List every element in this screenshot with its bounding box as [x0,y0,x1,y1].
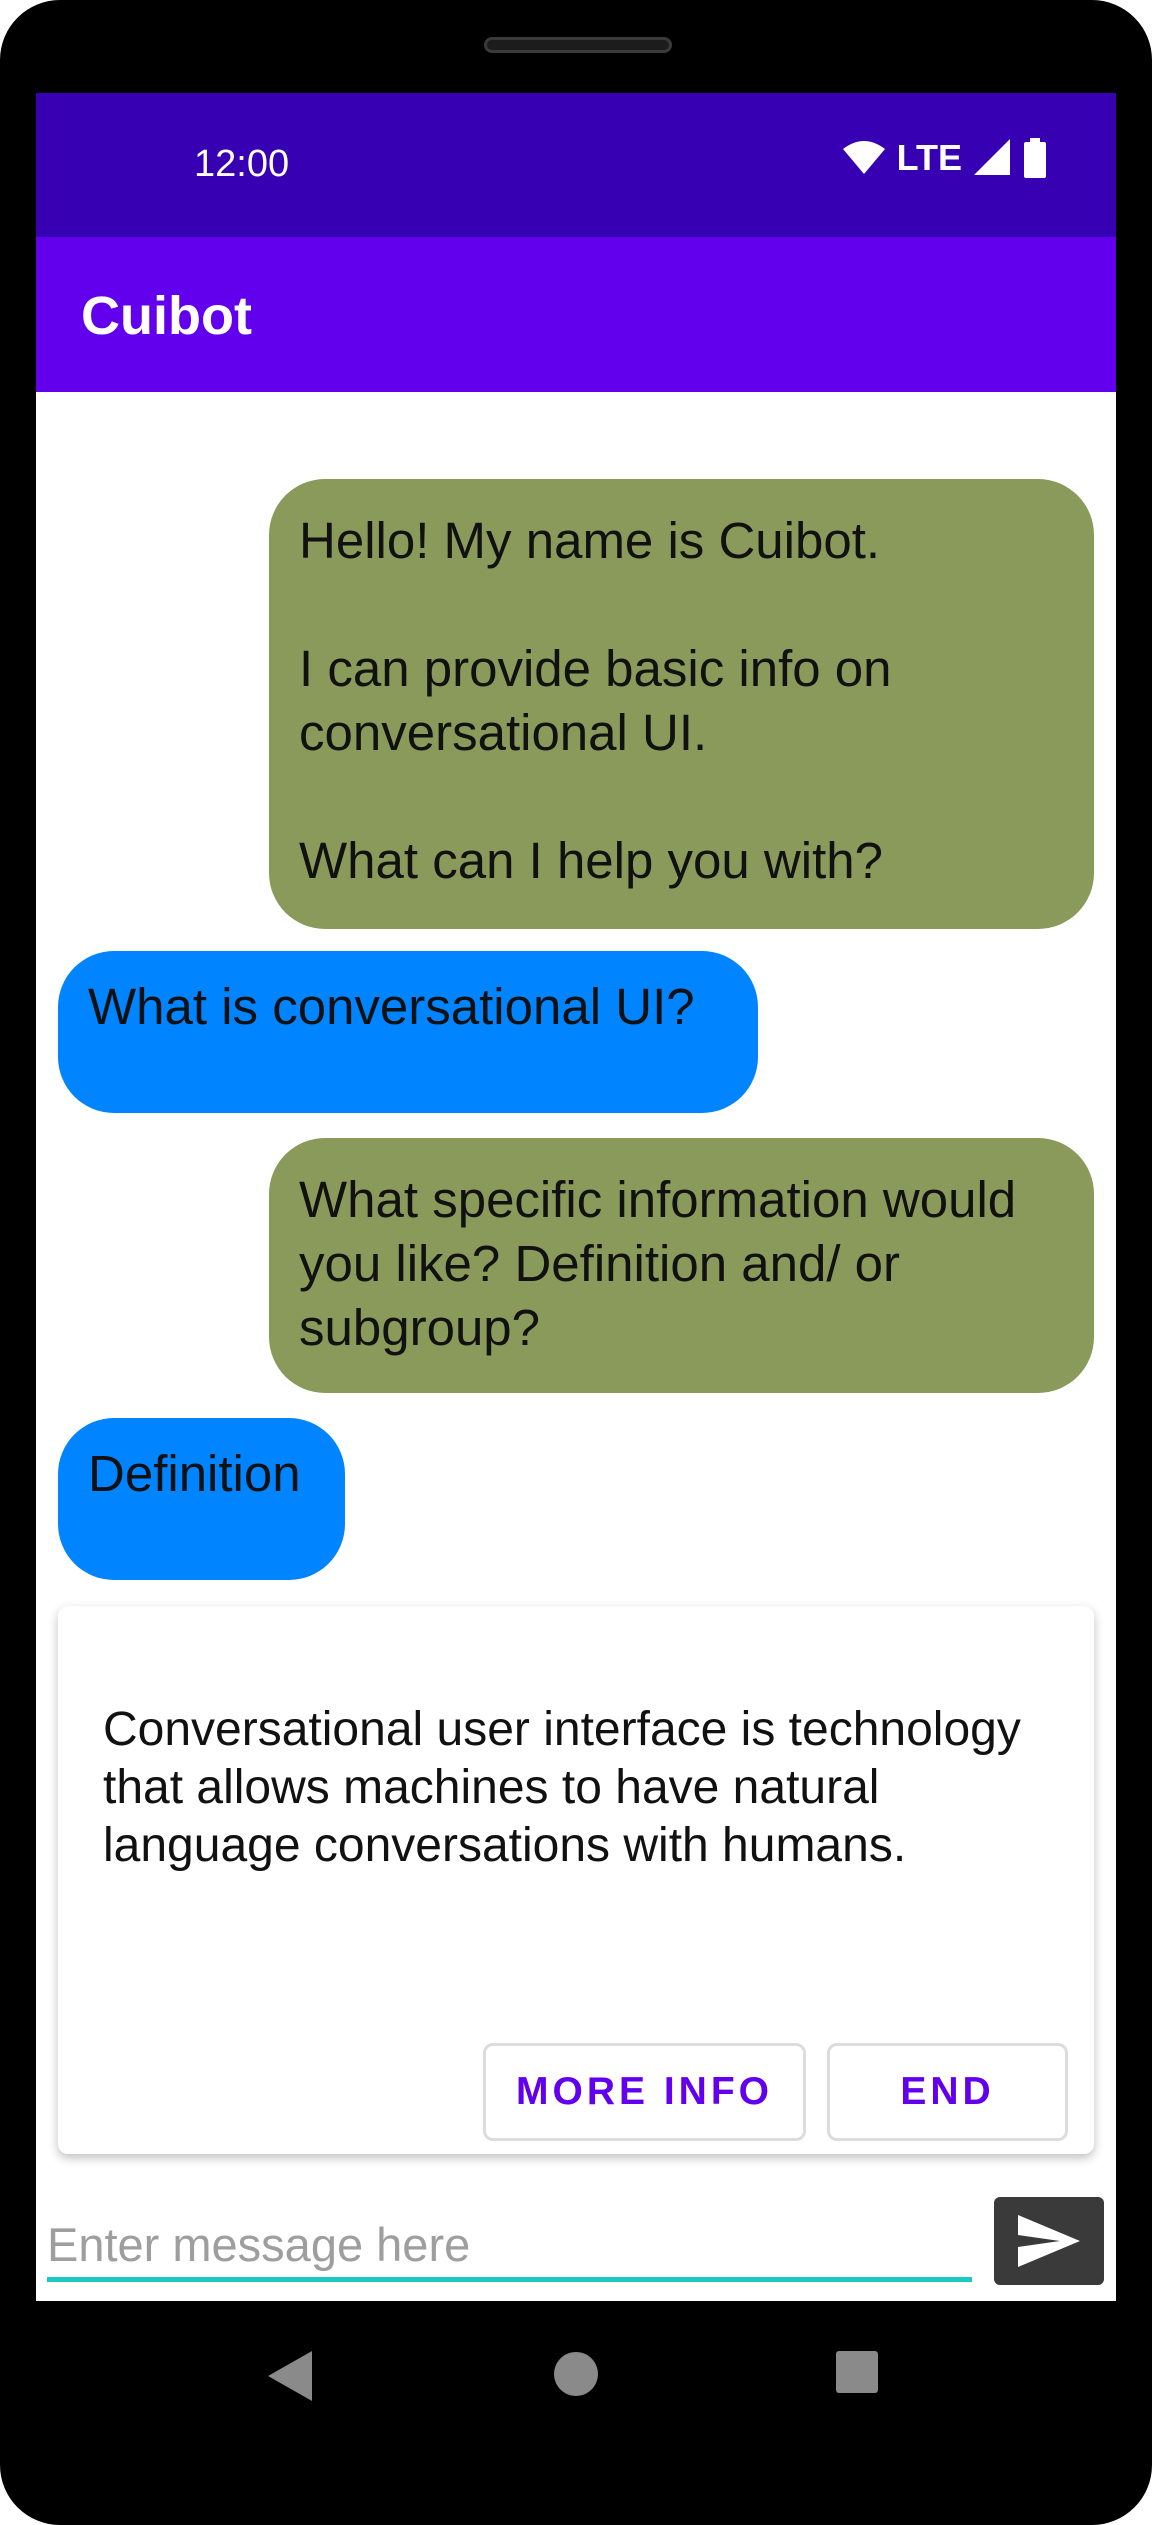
status-time: 12:00 [194,143,290,185]
battery-icon [1024,138,1046,178]
card-text: Conversational user interface is technol… [103,1703,1035,1872]
app-title: Cuibot [81,286,252,346]
definition-card: Conversational user interface is technol… [58,1606,1094,2154]
home-icon[interactable] [553,2351,599,2397]
user-message-bubble: Definition [58,1418,345,1580]
bot-message-bubble: What specific information would you like… [269,1138,1094,1393]
back-icon[interactable] [268,2351,312,2401]
recents-icon[interactable] [836,2351,878,2393]
send-button[interactable] [994,2197,1104,2285]
end-button[interactable]: END [827,2043,1068,2141]
bot-message-bubble: Hello! My name is Cuibot. I can provide … [269,479,1094,929]
screen: 12:00 LTE Cuibot Hello! My name is Cuibo… [36,93,1116,2301]
input-underline [47,2277,972,2282]
message-composer [36,2193,1116,2301]
status-bar: 12:00 LTE [36,93,1116,237]
earpiece-speaker [484,37,672,53]
more-info-button[interactable]: MORE INFO [483,2043,806,2141]
status-icons: LTE [842,137,1046,179]
app-bar: Cuibot [36,237,1116,392]
network-type: LTE [896,137,962,178]
message-input[interactable] [47,2213,972,2275]
send-icon [1018,2215,1080,2267]
signal-icon [974,139,1010,175]
phone-frame: 12:00 LTE Cuibot Hello! My name is Cuibo… [0,0,1152,2525]
user-message-bubble: What is conversational UI? [58,951,758,1113]
system-nav-bar [0,2301,1152,2451]
wifi-icon [842,141,885,174]
